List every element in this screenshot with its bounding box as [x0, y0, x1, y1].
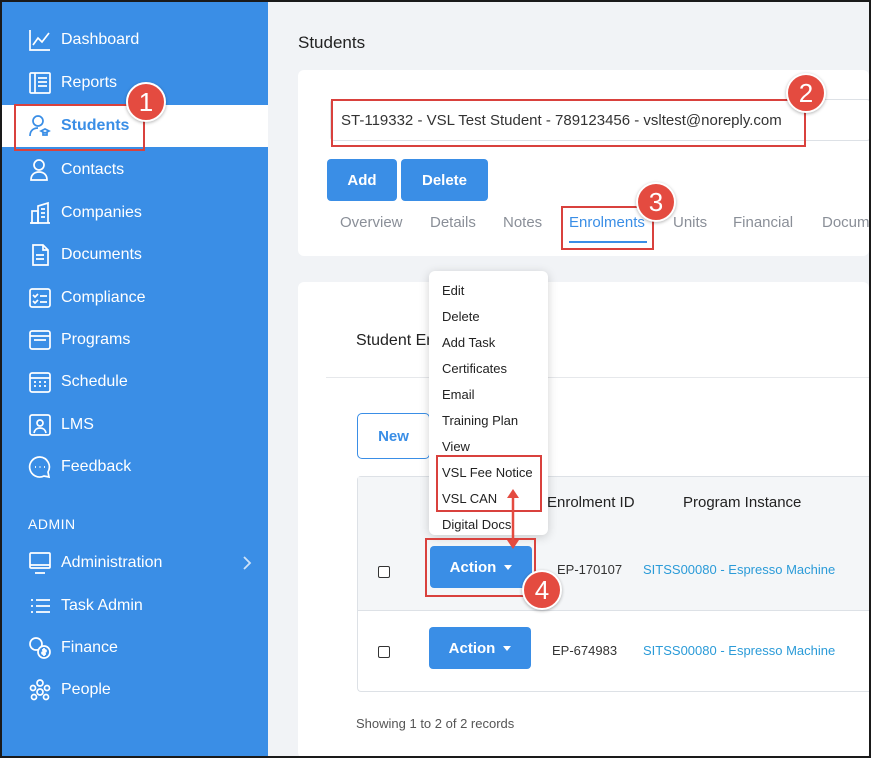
calendar-icon: [28, 370, 52, 394]
active-tab-indicator: [569, 241, 647, 243]
column-header-program-instance[interactable]: Program Instance: [683, 494, 801, 511]
sidebar-item-feedback[interactable]: Feedback: [2, 446, 268, 488]
menu-item-delete[interactable]: Delete: [442, 309, 480, 324]
delete-button[interactable]: Delete: [401, 159, 488, 201]
report-icon: [28, 71, 52, 95]
sidebar-item-label: Finance: [61, 639, 118, 656]
tab-details[interactable]: Details: [430, 214, 476, 231]
action-button[interactable]: Action: [429, 627, 531, 669]
people-icon: [28, 678, 52, 702]
enrolment-id-cell: EP-170107: [557, 562, 623, 577]
admin-section-label: ADMIN: [28, 516, 76, 532]
sidebar-item-lms[interactable]: LMS: [2, 404, 268, 446]
program-instance-link[interactable]: SITSS00080 - Espresso Machine: [643, 562, 835, 577]
sidebar-item-compliance[interactable]: Compliance: [2, 277, 268, 319]
menu-item-edit[interactable]: Edit: [442, 283, 464, 298]
sidebar-item-label: Administration: [61, 554, 163, 571]
sidebar-item-schedule[interactable]: Schedule: [2, 361, 268, 403]
enrolment-id-cell: EP-674983: [552, 643, 618, 658]
sidebar-item-label: Programs: [61, 331, 131, 348]
contacts-icon: [28, 158, 52, 182]
monitor-icon: [28, 551, 52, 575]
row-checkbox[interactable]: [378, 646, 390, 658]
caret-down-icon: [504, 564, 513, 570]
tab-financial[interactable]: Financial: [733, 214, 793, 231]
step-badge-1: 1: [126, 82, 166, 122]
program-instance-link[interactable]: SITSS00080 - Espresso Machine: [643, 643, 835, 658]
page-title: Students: [298, 33, 366, 52]
action-label: Action: [449, 558, 497, 576]
lms-icon: [28, 413, 52, 437]
sidebar-item-label: Dashboard: [61, 31, 140, 48]
double-arrow-icon: [507, 489, 519, 549]
tab-units[interactable]: Units: [673, 214, 707, 231]
sidebar-item-companies[interactable]: Companies: [2, 192, 268, 234]
sidebar-item-label: Task Admin: [61, 597, 143, 614]
column-header-enrolment-id[interactable]: Enrolment ID: [547, 494, 635, 511]
sidebar-item-people[interactable]: People: [2, 669, 268, 711]
action-button[interactable]: Action: [430, 546, 532, 588]
chat-icon: [28, 455, 52, 479]
checklist-icon: [28, 286, 52, 310]
document-icon: [28, 243, 52, 267]
sidebar-item-task-admin[interactable]: Task Admin: [2, 585, 268, 627]
tab-overview[interactable]: Overview: [340, 214, 403, 231]
menu-item-vsl-can[interactable]: VSL CAN: [442, 491, 497, 506]
step-badge-3: 3: [636, 182, 676, 222]
list-icon: [28, 594, 52, 618]
row-divider: [358, 610, 871, 611]
sidebar-item-label: LMS: [61, 416, 94, 433]
new-enrolment-button[interactable]: New: [357, 413, 430, 459]
sidebar-item-label: Contacts: [61, 161, 125, 178]
menu-item-vsl-fee-notice[interactable]: VSL Fee Notice: [442, 465, 533, 480]
menu-item-certificates[interactable]: Certificates: [442, 361, 507, 376]
row-checkbox[interactable]: [378, 566, 390, 578]
records-summary: Showing 1 to 2 of 2 records: [356, 716, 515, 731]
chevron-right-icon: [242, 555, 252, 571]
action-label: Action: [448, 639, 496, 657]
add-button[interactable]: Add: [327, 159, 397, 201]
student-icon: [28, 114, 52, 138]
sidebar-item-contacts[interactable]: Contacts: [2, 149, 268, 191]
chart-line-icon: [28, 28, 52, 52]
tab-enrolments[interactable]: Enrolments: [569, 214, 645, 231]
divider: [326, 377, 871, 378]
menu-item-add-task[interactable]: Add Task: [442, 335, 495, 350]
sidebar-item-label: People: [61, 681, 111, 698]
menu-item-training-plan[interactable]: Training Plan: [442, 413, 518, 428]
caret-down-icon: [503, 645, 512, 651]
window-icon: [28, 328, 52, 352]
sidebar-item-label: Feedback: [61, 458, 132, 475]
sidebar-item-programs[interactable]: Programs: [2, 319, 268, 361]
sidebar-item-label: Schedule: [61, 373, 128, 390]
menu-item-view[interactable]: View: [442, 439, 470, 454]
sidebar-item-administration[interactable]: Administration: [2, 542, 268, 584]
step-badge-4: 4: [522, 570, 562, 610]
coins-icon: [28, 636, 52, 660]
sidebar-item-label: Documents: [61, 246, 142, 263]
step-badge-2: 2: [786, 73, 826, 113]
sidebar-item-label: Reports: [61, 74, 118, 91]
tab-documents[interactable]: Documents: [822, 214, 869, 231]
building-icon: [28, 201, 52, 225]
sidebar-item-label: Companies: [61, 204, 142, 221]
menu-item-email[interactable]: Email: [442, 387, 475, 402]
sidebar-item-documents[interactable]: Documents: [2, 234, 268, 276]
menu-item-digital-docs[interactable]: Digital Docs: [442, 517, 511, 532]
sidebar-item-label: Students: [61, 117, 130, 134]
sidebar-item-label: Compliance: [61, 289, 146, 306]
sidebar-item-finance[interactable]: Finance: [2, 627, 268, 669]
tab-notes[interactable]: Notes: [503, 214, 542, 231]
sidebar-item-dashboard[interactable]: Dashboard: [2, 19, 268, 61]
